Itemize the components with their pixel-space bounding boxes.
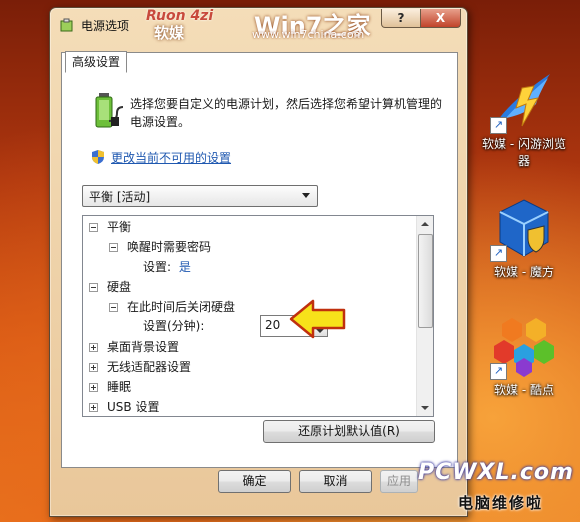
cancel-button[interactable]: 取消 bbox=[299, 470, 372, 493]
watermark-pc: PCWXL.com bbox=[418, 460, 574, 485]
watermark-cn: 电脑维修啦 bbox=[458, 494, 544, 512]
window-title: 电源选项 bbox=[81, 19, 130, 33]
collapse-icon[interactable] bbox=[109, 243, 118, 252]
watermark: PCWXL.com 电脑维修啦 bbox=[410, 460, 578, 520]
tab-advanced-settings[interactable]: 高级设置 bbox=[65, 51, 128, 73]
scroll-up-icon[interactable] bbox=[417, 216, 433, 232]
collapse-icon[interactable] bbox=[89, 283, 98, 292]
expand-icon[interactable] bbox=[89, 363, 98, 372]
scroll-down-icon[interactable] bbox=[417, 400, 433, 416]
change-unavailable-settings-link[interactable]: 更改当前不可用的设置 bbox=[111, 149, 231, 166]
desktop-icon-label: 软媒 - 闪游浏览器 bbox=[482, 137, 566, 168]
power-plan-select-value: 平衡 [活动] bbox=[89, 190, 151, 204]
power-options-window: 电源选项 Ruon 4zi 软媒 Win7之家 www.win7china.co… bbox=[49, 7, 468, 517]
scroll-thumb[interactable] bbox=[418, 234, 433, 328]
shortcut-arrow-icon: ↗ bbox=[490, 363, 507, 380]
settings-tree[interactable]: 平衡 唤醒时需要密码 设置: 是 硬盘 在此时间后关闭硬盘 设置(分钟): 20 bbox=[82, 215, 434, 417]
desktop-icon-cube[interactable]: ↗ 软媒 - 魔方 bbox=[478, 196, 570, 281]
chevron-down-icon bbox=[302, 193, 310, 198]
tree-node-wireless[interactable]: 无线适配器设置 bbox=[89, 358, 191, 376]
expand-icon[interactable] bbox=[89, 403, 98, 412]
uac-shield-icon bbox=[92, 150, 104, 164]
brand-site: www.win7china.com bbox=[252, 28, 365, 41]
shortcut-arrow-icon: ↗ bbox=[490, 117, 507, 134]
desktop-icon-hexagon[interactable]: ↗ 软媒 - 酷点 bbox=[478, 314, 570, 399]
tree-node-usb[interactable]: USB 设置 bbox=[89, 398, 159, 416]
tree-node-desktop-bg[interactable]: 桌面背景设置 bbox=[89, 338, 179, 356]
ok-button[interactable]: 确定 bbox=[218, 470, 291, 493]
tree-node-sleep[interactable]: 睡眠 bbox=[89, 378, 131, 396]
shortcut-arrow-icon: ↗ bbox=[490, 245, 507, 262]
intro-text: 选择您要自定义的电源计划，然后选择您希望计算机管理的电源设置。 bbox=[130, 97, 443, 129]
collapse-icon[interactable] bbox=[109, 303, 118, 312]
tree-setting-minutes-label: 设置(分钟): bbox=[143, 319, 205, 333]
tree-node-hard-disk[interactable]: 硬盘 bbox=[89, 278, 131, 296]
desktop-icon-flash-browser[interactable]: ↗ 软媒 - 闪游浏览器 bbox=[478, 68, 570, 170]
close-button[interactable]: X bbox=[420, 9, 461, 28]
tree-node-wake-password[interactable]: 唤醒时需要密码 bbox=[109, 238, 211, 256]
desktop-icon-label: 软媒 - 魔方 bbox=[494, 265, 554, 279]
expand-icon[interactable] bbox=[89, 383, 98, 392]
power-options-icon bbox=[60, 18, 73, 32]
power-plan-select[interactable]: 平衡 [活动] bbox=[82, 185, 318, 207]
tree-scrollbar[interactable] bbox=[416, 216, 433, 416]
minutes-value[interactable]: 20 bbox=[265, 318, 280, 332]
callout-arrow-icon bbox=[289, 299, 346, 339]
battery-plug-icon bbox=[95, 93, 124, 128]
title-bar[interactable]: 电源选项 Ruon 4zi 软媒 Win7之家 www.win7china.co… bbox=[50, 8, 467, 42]
restore-defaults-button[interactable]: 还原计划默认值(R) bbox=[263, 420, 435, 443]
expand-icon[interactable] bbox=[89, 343, 98, 352]
help-button[interactable]: ? bbox=[381, 9, 421, 28]
tree-node-balance[interactable]: 平衡 bbox=[89, 218, 131, 236]
brand-ruanmei: 软媒 bbox=[154, 24, 185, 42]
collapse-icon[interactable] bbox=[89, 223, 98, 232]
tree-node-turn-off-disk[interactable]: 在此时间后关闭硬盘 bbox=[109, 298, 235, 316]
setting-value-link[interactable]: 是 bbox=[179, 260, 191, 274]
tree-setting-wake-password[interactable]: 设置: 是 bbox=[143, 258, 191, 276]
desktop-icon-label: 软媒 - 酷点 bbox=[494, 383, 554, 397]
